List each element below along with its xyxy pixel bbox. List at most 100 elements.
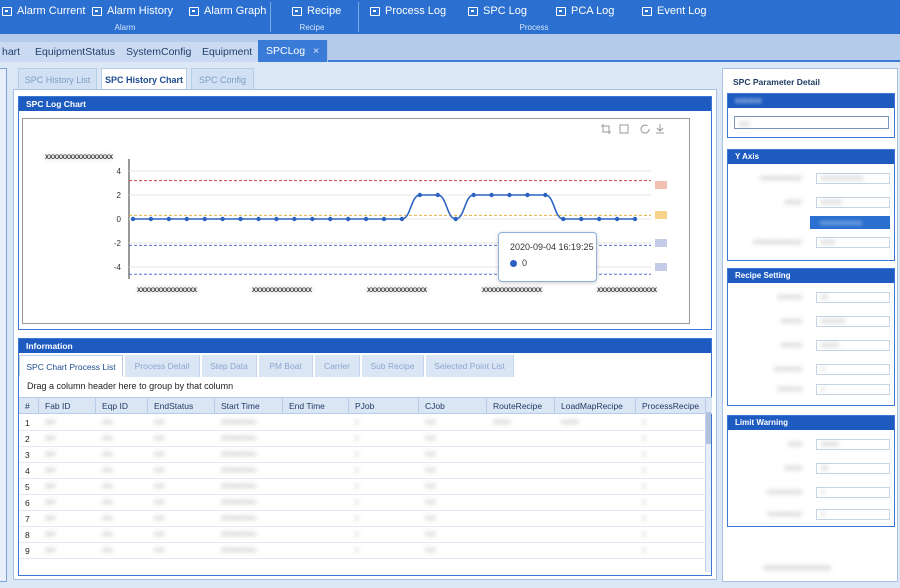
scroll-thumb[interactable]: [706, 412, 711, 444]
pca-log-button[interactable]: PCA Log: [556, 5, 614, 17]
tab-spc-history-list[interactable]: SPC History List: [18, 68, 97, 90]
event-log-button[interactable]: Event Log: [642, 5, 707, 17]
col-end-time[interactable]: End Time: [283, 398, 349, 414]
close-icon[interactable]: ×: [313, 45, 319, 57]
x-tick-label: xxxxxxxxxxxxxxx: [597, 285, 657, 294]
left-collapsed-pane[interactable]: [0, 68, 7, 582]
tab-step-data[interactable]: Step Data: [202, 355, 257, 377]
grid-cell: xxxxxxxxxx: [221, 419, 256, 426]
series-dot-icon: [510, 260, 517, 267]
limit-field[interactable]: xx: [816, 463, 890, 474]
grid-cell: xxx: [45, 419, 56, 426]
y-axis-field[interactable]: xxxxxxxxxxxx: [816, 173, 890, 184]
grid-cell: xxx: [45, 531, 56, 538]
refresh-icon[interactable]: [640, 124, 650, 134]
table-row[interactable]: 4 xxx xxx xxx xxxxxxxxxx x xxx x: [19, 463, 705, 479]
recipe-button[interactable]: Recipe: [292, 5, 341, 17]
table-row[interactable]: 8 xxx xxx xxx xxxxxxxxxx x xxx x: [19, 527, 705, 543]
spc-log-button[interactable]: SPC Log: [468, 5, 527, 17]
grid-cell: xxx: [45, 499, 56, 506]
grid-cell: x: [642, 515, 646, 522]
tab-sub-recipe[interactable]: Sub Recipe: [362, 355, 424, 377]
table-row[interactable]: 9 xxx xxx xxx xxxxxxxxxx x xxx x: [19, 543, 705, 559]
alarm-history-button[interactable]: Alarm History: [92, 5, 173, 17]
col-start-time[interactable]: Start Time: [215, 398, 283, 414]
y-axis-field[interactable]: xxxxxx: [816, 197, 890, 208]
grid-scrollbar[interactable]: [705, 412, 711, 572]
tab-spc-chart-process-list[interactable]: SPC Chart Process List: [19, 355, 123, 377]
data-point: [614, 216, 620, 222]
table-row[interactable]: 5 xxx xxx xxx xxxxxxxxxx x xxx x: [19, 479, 705, 495]
col-cjob[interactable]: CJob: [419, 398, 487, 414]
crop-icon[interactable]: [601, 124, 611, 134]
tab-equipment[interactable]: Equipment: [194, 42, 262, 62]
tab-pm-boat[interactable]: PM Boat: [259, 355, 313, 377]
grid-cell: xxx: [45, 483, 56, 490]
grid-cell: x: [355, 499, 359, 506]
tab-carrier[interactable]: Carrier: [315, 355, 360, 377]
table-row[interactable]: 1 xxx xxx xxx xxxxxxxxxx x xxx xxxxx xxxxx x: [19, 415, 705, 431]
grid-cell: xxx: [102, 499, 113, 506]
col-route-recipe[interactable]: RouteRecipe: [487, 398, 555, 414]
y-axis-title: xxxxxxxxxxxxxxxxx: [45, 152, 113, 161]
data-point: [256, 216, 261, 222]
y-axis-field[interactable]: xxxx: [816, 237, 890, 248]
recipe-field[interactable]: xx: [816, 292, 890, 303]
grid-cell: xxx: [154, 499, 165, 506]
process-log-button[interactable]: Process Log: [370, 5, 446, 17]
recipe-field[interactable]: x: [816, 364, 890, 375]
footer-button[interactable]: xxxxxxxxxxxxxxxxx: [763, 563, 831, 572]
tab-spclog[interactable]: SPCLog ×: [258, 40, 329, 62]
grid-cell: xxx: [425, 483, 436, 490]
download-icon[interactable]: [656, 124, 664, 134]
grid-cell: xxxxxxxxxx: [221, 499, 256, 506]
col-eqp-id[interactable]: Eqp ID: [96, 398, 148, 414]
data-point: [543, 192, 548, 198]
table-row[interactable]: 2 xxx xxx xxx xxxxxxxxxx x xxx x: [19, 431, 705, 447]
param-label: xxxxxx: [728, 94, 894, 108]
limit-field[interactable]: x: [816, 509, 890, 520]
tab-equipment-status[interactable]: EquipmentStatus: [27, 42, 124, 62]
tab-selected-point-list[interactable]: Selected Point List: [426, 355, 514, 377]
col-process-recipe[interactable]: ProcessRecipe: [636, 398, 706, 414]
limit-field[interactable]: x: [816, 487, 890, 498]
tab-system-config[interactable]: SystemConfig: [118, 42, 201, 62]
data-point: [507, 192, 512, 198]
grid-cell: x: [642, 547, 646, 554]
data-point: [166, 216, 172, 222]
col-fab-id[interactable]: Fab ID: [39, 398, 96, 414]
tab-chart[interactable]: hart: [0, 42, 30, 62]
col-end-status[interactable]: EndStatus: [148, 398, 215, 414]
recipe-field[interactable]: x: [816, 384, 890, 395]
tab-spc-history-chart[interactable]: SPC History Chart: [101, 68, 187, 90]
data-point: [453, 216, 458, 222]
grid-cell: xxx: [102, 515, 113, 522]
recipe-setting-section: Recipe Setting xxxxxxx xx xxxxxx xxxxxxx x…: [727, 268, 895, 406]
col-index[interactable]: #: [19, 398, 39, 414]
param-input[interactable]: xxx: [734, 116, 889, 129]
table-row[interactable]: 6 xxx xxx xxx xxxxxxxxxx x xxx x: [19, 495, 705, 511]
grid-cell: xxx: [45, 451, 56, 458]
grid-cell: xxx: [425, 451, 436, 458]
limit-field[interactable]: xxxxx: [816, 439, 890, 450]
recipe-field[interactable]: xxxxxxx: [816, 316, 890, 327]
tab-spc-config[interactable]: SPC Config: [191, 68, 254, 90]
y-axis-apply-button[interactable]: xxxxxxxxxxxx: [810, 216, 890, 229]
grid-cell: xxx: [154, 419, 165, 426]
alarm-current-button[interactable]: Alarm Current: [2, 5, 85, 17]
recipe-field[interactable]: xxxxx: [816, 340, 890, 351]
grid-cell: x: [642, 435, 646, 442]
grid-cell: xxx: [154, 531, 165, 538]
alarm-graph-button[interactable]: Alarm Graph: [189, 5, 266, 17]
col-loadmap-recipe[interactable]: LoadMapRecipe: [555, 398, 636, 414]
row-index: 3: [25, 450, 30, 460]
col-pjob[interactable]: PJob: [349, 398, 419, 414]
tab-process-detail[interactable]: Process Detail: [125, 355, 200, 377]
table-row[interactable]: 3 xxx xxx xxx xxxxxxxxxx x xxx x: [19, 447, 705, 463]
row-index: 2: [25, 434, 30, 444]
group-by-hint[interactable]: Drag a column header here to group by th…: [27, 381, 233, 391]
square-icon[interactable]: [619, 124, 629, 134]
data-point: [310, 216, 315, 222]
row-index: 7: [25, 514, 30, 524]
table-row[interactable]: 7 xxx xxx xxx xxxxxxxxxx x xxx x: [19, 511, 705, 527]
